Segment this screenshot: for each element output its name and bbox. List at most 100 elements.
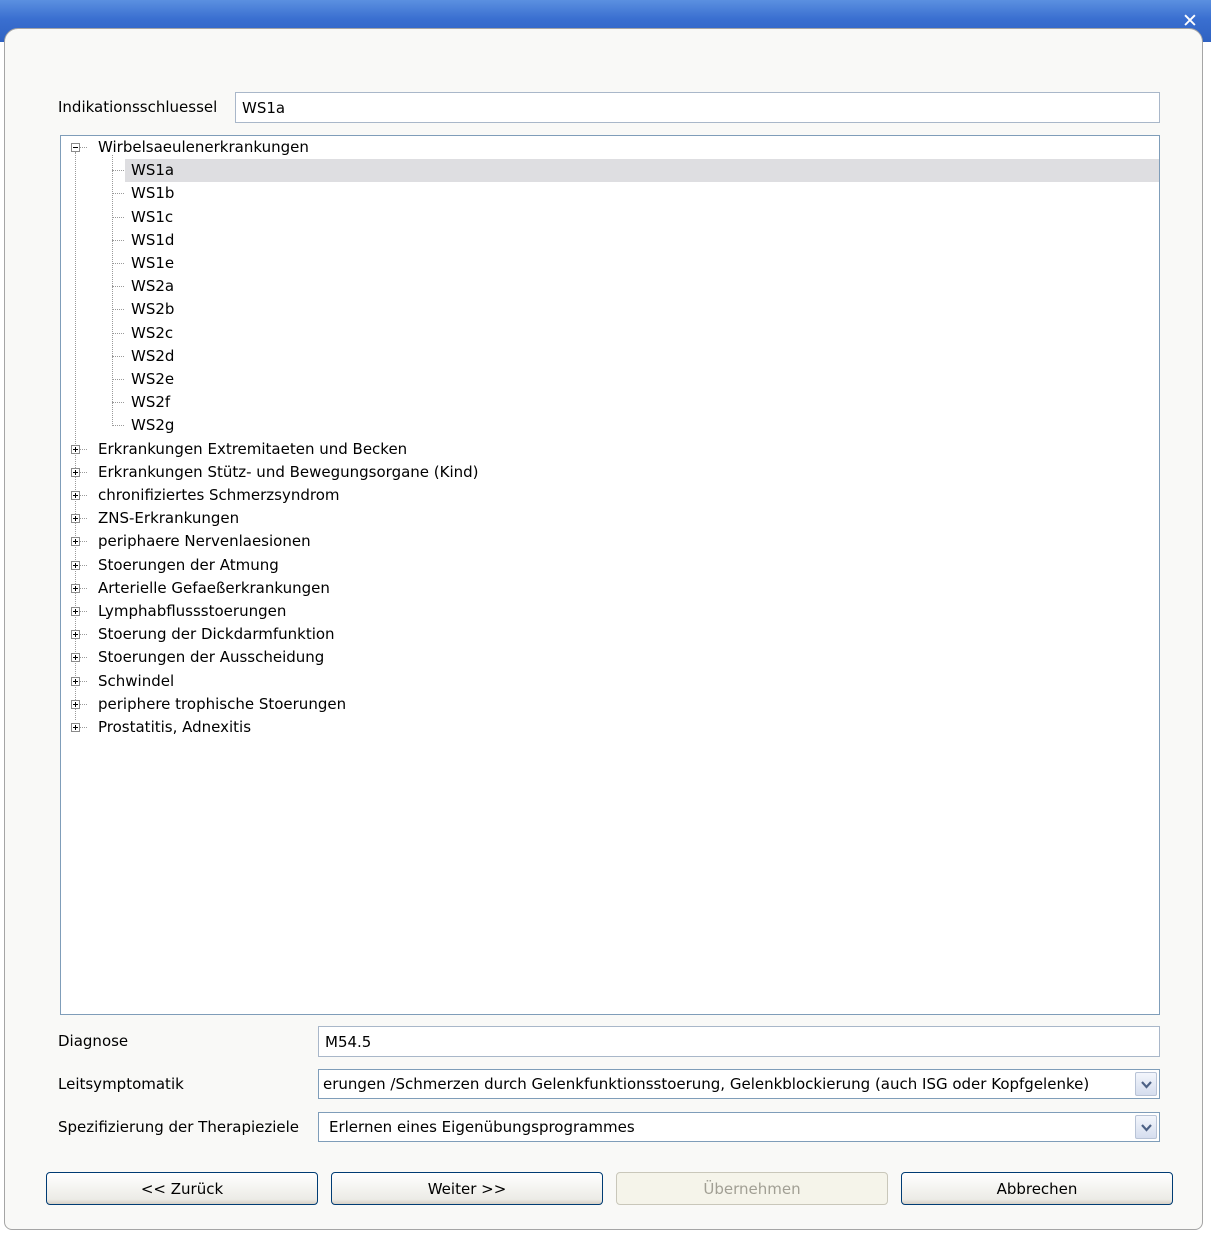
cancel-button[interactable]: Abbrechen [901, 1172, 1173, 1205]
tree-item[interactable]: WS1b [125, 182, 1159, 205]
back-button[interactable]: << Zurück [46, 1172, 318, 1205]
tree-group-row[interactable]: Erkrankungen Extremitaeten und Becken [61, 438, 1159, 461]
plus-box-icon[interactable] [71, 699, 80, 709]
plus-box-icon[interactable] [71, 491, 80, 500]
tree-connector [112, 332, 124, 334]
tree-group-row[interactable]: Wirbelsaeulenerkrankungen [61, 136, 1159, 159]
tree-connector [80, 703, 87, 705]
tree-group-label: Schwindel [98, 671, 175, 690]
plus-box-icon[interactable] [71, 630, 80, 640]
apply-button[interactable]: Übernehmen [616, 1172, 888, 1205]
diagnose-label: Diagnose [58, 1032, 129, 1050]
tree-item[interactable]: WS1c [125, 206, 1159, 229]
tree-item[interactable]: WS2a [125, 275, 1159, 298]
plus-box-icon[interactable] [71, 583, 80, 593]
chevron-down-icon[interactable] [1135, 1072, 1157, 1096]
tree-connector [112, 170, 124, 172]
tree-group-row[interactable]: Stoerungen der Atmung [61, 554, 1159, 577]
tree-item[interactable]: WS2g [125, 414, 1159, 437]
spezifizierung-select[interactable]: Erlernen eines Eigenübungsprogrammes [318, 1112, 1160, 1142]
tree-group-row[interactable]: Lymphabflussstoerungen [61, 600, 1159, 623]
tree-group-label: periphere trophische Stoerungen [98, 694, 347, 713]
tree-connector [80, 541, 87, 543]
diagnose-input[interactable] [318, 1026, 1160, 1057]
tree-connector [112, 425, 124, 427]
tree-group-label: Erkrankungen Stütz- und Bewegungsorgane … [98, 462, 479, 481]
tree-item-label: WS2g [131, 416, 175, 435]
tree-item-label: WS2c [131, 323, 174, 342]
plus-box-icon[interactable] [71, 723, 80, 732]
tree-item-label: WS2d [131, 346, 175, 365]
tree-connector [80, 657, 87, 659]
plus-box-icon[interactable] [71, 653, 80, 663]
leitsymptomatik-select[interactable]: erungen /Schmerzen durch Gelenkfunktions… [318, 1069, 1160, 1099]
plus-box-icon[interactable] [71, 514, 80, 524]
tree-connector [80, 564, 87, 566]
plus-box-icon[interactable] [71, 444, 80, 454]
tree-connector [80, 634, 87, 636]
tree-connector [80, 587, 87, 589]
tree-item-label: WS1d [131, 230, 175, 249]
tree-group-label: Lymphabflussstoerungen [98, 602, 287, 620]
plus-box-icon[interactable] [71, 607, 80, 616]
plus-box-icon[interactable] [71, 560, 80, 570]
tree-group-row[interactable]: ZNS-Erkrankungen [61, 507, 1159, 530]
tree-item-label: WS2a [131, 277, 175, 296]
tree-group-row[interactable]: Schwindel [61, 670, 1159, 693]
indikation-label: Indikationsschluessel [58, 98, 218, 116]
tree-group-row[interactable]: Arterielle Gefaeßerkrankungen [61, 577, 1159, 600]
tree-item[interactable]: WS2e [125, 368, 1159, 391]
tree-item-label: WS2e [131, 370, 175, 388]
tree-connector [80, 727, 87, 728]
tree-group-row[interactable]: chronifiziertes Schmerzsyndrom [61, 484, 1159, 507]
tree-connector [112, 193, 124, 195]
tree-connector [112, 355, 124, 357]
indication-tree[interactable]: Wirbelsaeulenerkrankungen WS1a WS1b WS1c WS1… [60, 135, 1160, 1015]
tree-connector [80, 471, 87, 473]
tree-item-label: WS1e [131, 254, 175, 272]
tree-connector [112, 216, 124, 218]
tree-connector [112, 286, 124, 288]
next-button[interactable]: Weiter >> [331, 1172, 603, 1205]
indikation-input[interactable] [235, 92, 1160, 123]
tree-group-row[interactable]: periphaere Nervenlaesionen [61, 530, 1159, 553]
tree-group-row[interactable]: periphere trophische Stoerungen [61, 693, 1159, 716]
tree-group-label: Arterielle Gefaeßerkrankungen [98, 578, 330, 597]
tree-item-label: WS1b [131, 184, 175, 203]
tree-item[interactable]: WS2d [125, 345, 1159, 368]
tree-connector [112, 155, 113, 426]
chevron-down-icon[interactable] [1135, 1115, 1157, 1139]
tree-connector [80, 495, 87, 496]
tree-group-label: ZNS-Erkrankungen [98, 509, 240, 528]
plus-box-icon[interactable] [71, 467, 80, 477]
tree-item[interactable]: WS1e [125, 252, 1159, 275]
tree-group-label: Stoerung der Dickdarmfunktion [98, 625, 335, 644]
tree-group-label: Erkrankungen Extremitaeten und Becken [98, 439, 408, 458]
tree-group-row[interactable]: Prostatitis, Adnexitis [61, 716, 1159, 739]
tree-group-label: Stoerungen der Atmung [98, 555, 279, 574]
tree-group-label: Stoerungen der Ausscheidung [98, 648, 325, 667]
tree-item-selected[interactable]: WS1a [125, 159, 1159, 183]
plus-box-icon[interactable] [71, 676, 80, 686]
tree-connector [112, 402, 124, 404]
minus-box-icon[interactable] [71, 143, 80, 152]
tree-connector [112, 263, 124, 264]
tree-item-label: WS2b [131, 300, 175, 319]
tree-item[interactable]: WS2c [125, 322, 1159, 345]
tree-connector [112, 379, 124, 380]
tree-connector [80, 147, 87, 148]
tree-group-label: chronifiziertes Schmerzsyndrom [98, 486, 340, 504]
tree-group-row[interactable]: Stoerung der Dickdarmfunktion [61, 623, 1159, 646]
spezifizierung-label: Spezifizierung der Therapieziele [58, 1118, 300, 1136]
plus-box-icon[interactable] [71, 537, 80, 547]
tree-group-row[interactable]: Stoerungen der Ausscheidung [61, 646, 1159, 669]
tree-item[interactable]: WS1d [125, 229, 1159, 252]
tree-item-label: WS1a [131, 161, 175, 180]
tree-connector [80, 680, 87, 682]
tree-item[interactable]: WS2f [125, 391, 1159, 414]
tree-item[interactable]: WS2b [125, 298, 1159, 321]
tree-group-row[interactable]: Erkrankungen Stütz- und Bewegungsorgane … [61, 461, 1159, 484]
tree-item-label: WS1c [131, 207, 174, 226]
tree-connector [80, 611, 87, 612]
tree-group-label: Prostatitis, Adnexitis [98, 718, 252, 736]
